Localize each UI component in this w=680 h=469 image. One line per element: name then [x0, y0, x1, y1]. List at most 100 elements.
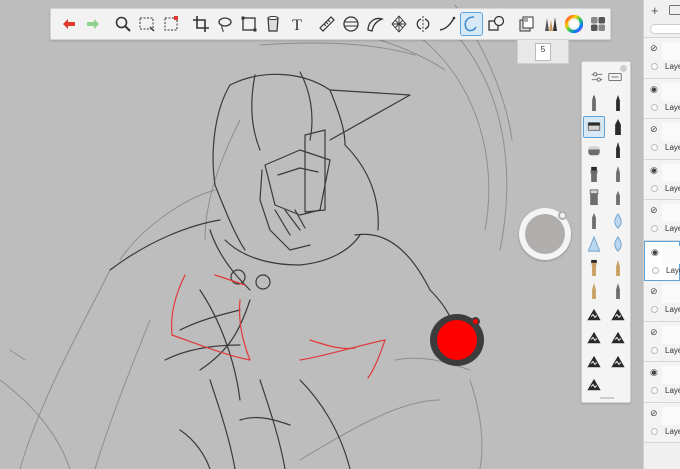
texture-brush-4-button[interactable]: [607, 327, 629, 349]
brush-library-button[interactable]: [538, 12, 562, 36]
layer-row[interactable]: ⊘ Laye: [644, 200, 680, 241]
crop-button[interactable]: [189, 12, 213, 36]
water-drop-brush-button[interactable]: [607, 233, 629, 255]
layer-select-radio[interactable]: [651, 387, 658, 394]
layer-select-radio[interactable]: [651, 144, 658, 151]
texture-brush-3-button[interactable]: [583, 327, 605, 349]
zoom-icon: [115, 16, 131, 32]
ellipse-guide-button[interactable]: [339, 12, 363, 36]
fan-brush-button[interactable]: [607, 257, 629, 279]
smudge-brush-button[interactable]: [583, 210, 605, 232]
color-wheel-button[interactable]: [562, 12, 586, 36]
layer-editor-icon: [519, 16, 533, 32]
layer-row[interactable]: ⊘ Laye: [644, 321, 680, 362]
triangle-brush-button[interactable]: [583, 233, 605, 255]
symmetry-button[interactable]: [412, 12, 436, 36]
brush-pen-button[interactable]: [607, 139, 629, 161]
eye-hidden-icon[interactable]: ⊘: [650, 205, 658, 216]
texture-brush-5-button[interactable]: [583, 351, 605, 373]
predictive-stroke-button[interactable]: [459, 12, 484, 36]
panel-grip[interactable]: [600, 397, 614, 399]
sketch-artwork: [0, 4, 513, 469]
layer-row[interactable]: ◉ Laye: [644, 240, 680, 281]
lasso-button[interactable]: [213, 12, 237, 36]
ruler-button[interactable]: [315, 12, 339, 36]
texture-brush-6-button[interactable]: [607, 351, 629, 373]
puck-handle[interactable]: [558, 211, 567, 220]
text-button[interactable]: T: [285, 12, 309, 36]
copic-library-button[interactable]: [586, 12, 610, 36]
layer-row[interactable]: ⊘ Laye: [644, 281, 680, 322]
round-brush-button[interactable]: [583, 280, 605, 302]
eye-icon[interactable]: ◉: [650, 367, 658, 378]
texture-brush-1-button[interactable]: [583, 304, 605, 326]
layer-row[interactable]: ⊘ Laye: [644, 119, 680, 160]
eye-hidden-icon[interactable]: ⊘: [650, 286, 658, 297]
brush-size-readout[interactable]: 5: [517, 40, 569, 64]
layer-row[interactable]: ⊘ Laye: [644, 402, 680, 443]
fill-bucket-button[interactable]: [261, 12, 285, 36]
ballpoint-brush-button[interactable]: [607, 92, 629, 114]
steady-stroke-button[interactable]: [436, 12, 460, 36]
layer-select-radio[interactable]: [651, 427, 658, 435]
texture-brush-7-button[interactable]: [583, 374, 605, 396]
calligraphy-brush-button[interactable]: [607, 163, 629, 185]
layer-row[interactable]: ◉ Laye: [644, 78, 680, 119]
eye-hidden-icon[interactable]: ⊘: [650, 408, 658, 419]
layer-select-radio[interactable]: [651, 225, 658, 232]
shape-button[interactable]: [484, 12, 508, 36]
ink-brush-icon: [616, 282, 620, 300]
zoom-button[interactable]: [111, 12, 135, 36]
eye-icon[interactable]: ◉: [650, 165, 658, 176]
layer-row[interactable]: ◉ Laye: [644, 159, 680, 200]
layer-editor-button[interactable]: [514, 12, 538, 36]
felt-tip-brush-button[interactable]: [607, 186, 629, 208]
layer-select-radio[interactable]: [652, 266, 659, 274]
layer-select-radio[interactable]: [651, 184, 658, 192]
airbrush-brush-button[interactable]: [583, 115, 605, 138]
undo-button[interactable]: [57, 12, 81, 36]
eye-icon[interactable]: ◉: [650, 84, 658, 95]
layer-select-radio[interactable]: [651, 306, 658, 313]
layer-row[interactable]: ◉ Laye: [644, 362, 680, 403]
panel-close-icon[interactable]: [620, 65, 627, 72]
pencil-brush-button[interactable]: [583, 92, 605, 114]
puck-handle[interactable]: [471, 317, 480, 326]
french-curve-button[interactable]: [363, 12, 387, 36]
layer-group-icon[interactable]: [669, 5, 680, 15]
layer-name: Laye: [665, 62, 680, 71]
layer-select-radio[interactable]: [651, 346, 658, 354]
red-color-puck[interactable]: [430, 314, 484, 366]
rectangle-select-button[interactable]: [135, 12, 159, 36]
paint-brush-button[interactable]: [583, 163, 605, 185]
redo-icon: [86, 19, 99, 29]
texture-brush-2-button[interactable]: [607, 304, 629, 326]
crop-select-button[interactable]: [159, 12, 183, 36]
felt-tip-brush-icon: [616, 190, 620, 206]
eye-hidden-icon[interactable]: ⊘: [650, 124, 658, 135]
undo-icon: [62, 19, 75, 29]
marker-brush-button[interactable]: [607, 116, 629, 138]
eye-hidden-icon[interactable]: ⊘: [650, 43, 658, 54]
fill-bucket-icon: [267, 16, 279, 32]
layer-select-radio[interactable]: [651, 63, 658, 70]
eraser-brush-button[interactable]: [583, 186, 605, 208]
add-layer-icon[interactable]: +: [651, 3, 659, 18]
chisel-brush-button[interactable]: [583, 139, 605, 161]
brush-settings-icon[interactable]: [589, 69, 605, 85]
transform-button[interactable]: [237, 12, 261, 36]
layer-select-radio[interactable]: [651, 103, 658, 111]
eye-hidden-icon[interactable]: ⊘: [650, 327, 658, 338]
flat-brush-button[interactable]: [583, 257, 605, 279]
layer-row[interactable]: ⊘ Laye: [644, 38, 680, 79]
redo-button[interactable]: [81, 12, 105, 36]
layer-search-field[interactable]: [650, 24, 680, 34]
ink-brush-button[interactable]: [607, 280, 629, 302]
drawing-canvas[interactable]: [0, 0, 680, 469]
eye-icon[interactable]: ◉: [651, 247, 659, 258]
layers-panel-header: +: [644, 0, 680, 38]
perspective-button[interactable]: [387, 12, 411, 36]
texture-brush-1-icon: [587, 308, 601, 320]
grey-color-puck[interactable]: [519, 208, 571, 260]
blur-brush-button[interactable]: [607, 210, 629, 232]
